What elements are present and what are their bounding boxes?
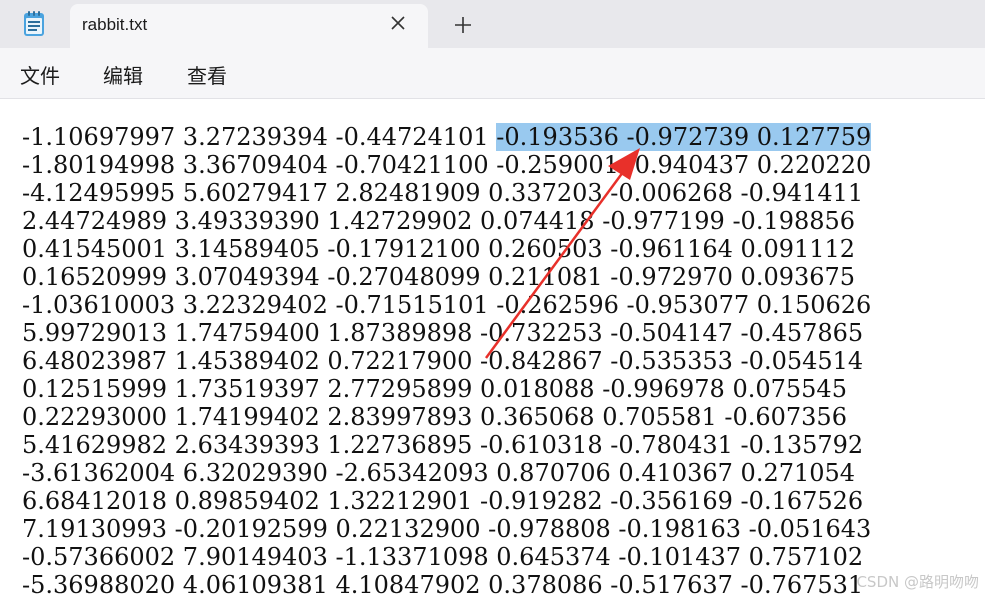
title-bar: rabbit.txt [0, 0, 985, 48]
menu-bar: 文件 编辑 查看 [0, 48, 985, 99]
line-text: 0.16520999 3.07049394 -0.27048099 0.2110… [22, 263, 856, 291]
close-tab-icon[interactable] [388, 13, 408, 33]
text-line: 0.41545001 3.14589405 -0.17912100 0.2605… [22, 235, 871, 263]
notepad-icon [20, 10, 48, 38]
text-line: 0.12515999 1.73519397 2.77295899 0.01808… [22, 375, 871, 403]
text-lines: -1.10697997 3.27239394 -0.44724101 -0.19… [22, 123, 872, 598]
line-text: -1.80194998 3.36709404 -0.70421100 -0.25… [22, 151, 872, 179]
line-text: -1.10697997 3.27239394 -0.44724101 [22, 123, 497, 151]
text-line: 0.16520999 3.07049394 -0.27048099 0.2110… [22, 263, 871, 291]
text-line: 6.48023987 1.45389402 0.72217900 -0.8428… [22, 347, 871, 375]
line-text: 2.44724989 3.49339390 1.42729902 0.07441… [22, 207, 856, 235]
text-line: -3.61362004 6.32029390 -2.65342093 0.870… [22, 459, 871, 487]
text-line: 0.22293000 1.74199402 2.83997893 0.36506… [22, 403, 871, 431]
line-text: 6.68412018 0.89859402 1.32212901 -0.9192… [22, 487, 864, 515]
line-text: -1.03610003 3.22329402 -0.71515101 -0.26… [22, 291, 872, 319]
line-text: -4.12495995 5.60279417 2.82481909 0.3372… [22, 179, 864, 207]
line-text: -0.57366002 7.90149403 -1.13371098 0.645… [22, 543, 864, 571]
line-text: 0.41545001 3.14589405 -0.17912100 0.2605… [22, 235, 856, 263]
line-text: 5.41629982 2.63439393 1.22736895 -0.6103… [22, 431, 864, 459]
line-text: 0.22293000 1.74199402 2.83997893 0.36506… [22, 403, 847, 431]
text-line: 5.41629982 2.63439393 1.22736895 -0.6103… [22, 431, 871, 459]
watermark: CSDN @路明吻吻 [856, 573, 979, 591]
line-text: 6.48023987 1.45389402 0.72217900 -0.8428… [22, 347, 864, 375]
text-line: -5.36988020 4.06109381 4.10847902 0.3780… [22, 571, 871, 598]
text-line: -1.80194998 3.36709404 -0.70421100 -0.25… [22, 151, 871, 179]
selected-text: -0.193536 -0.972739 0.127759 [496, 123, 872, 151]
text-line: 5.99729013 1.74759400 1.87389898 -0.7322… [22, 319, 871, 347]
line-text: 5.99729013 1.74759400 1.87389898 -0.7322… [22, 319, 864, 347]
text-line: -0.57366002 7.90149403 -1.13371098 0.645… [22, 543, 871, 571]
menu-edit[interactable]: 编辑 [103, 60, 143, 89]
tab-rabbit-txt[interactable]: rabbit.txt [70, 4, 428, 48]
text-line: -4.12495995 5.60279417 2.82481909 0.3372… [22, 179, 871, 207]
line-text: 7.19130993 -0.20192599 0.22132900 -0.978… [22, 515, 872, 543]
text-line: 2.44724989 3.49339390 1.42729902 0.07441… [22, 207, 871, 235]
text-line: -1.03610003 3.22329402 -0.71515101 -0.26… [22, 291, 871, 319]
text-editor-area[interactable]: -1.10697997 3.27239394 -0.44724101 -0.19… [0, 99, 985, 598]
menu-view[interactable]: 查看 [187, 60, 227, 89]
line-text: 0.12515999 1.73519397 2.77295899 0.01808… [22, 375, 847, 403]
text-line: 6.68412018 0.89859402 1.32212901 -0.9192… [22, 487, 871, 515]
new-tab-plus-icon[interactable] [450, 12, 476, 38]
text-line: -1.10697997 3.27239394 -0.44724101 -0.19… [22, 123, 872, 151]
line-text: -5.36988020 4.06109381 4.10847902 0.3780… [22, 571, 864, 598]
line-text: -3.61362004 6.32029390 -2.65342093 0.870… [22, 459, 856, 487]
tab-title: rabbit.txt [82, 15, 148, 34]
text-line: 7.19130993 -0.20192599 0.22132900 -0.978… [22, 515, 871, 543]
menu-file[interactable]: 文件 [20, 60, 60, 89]
